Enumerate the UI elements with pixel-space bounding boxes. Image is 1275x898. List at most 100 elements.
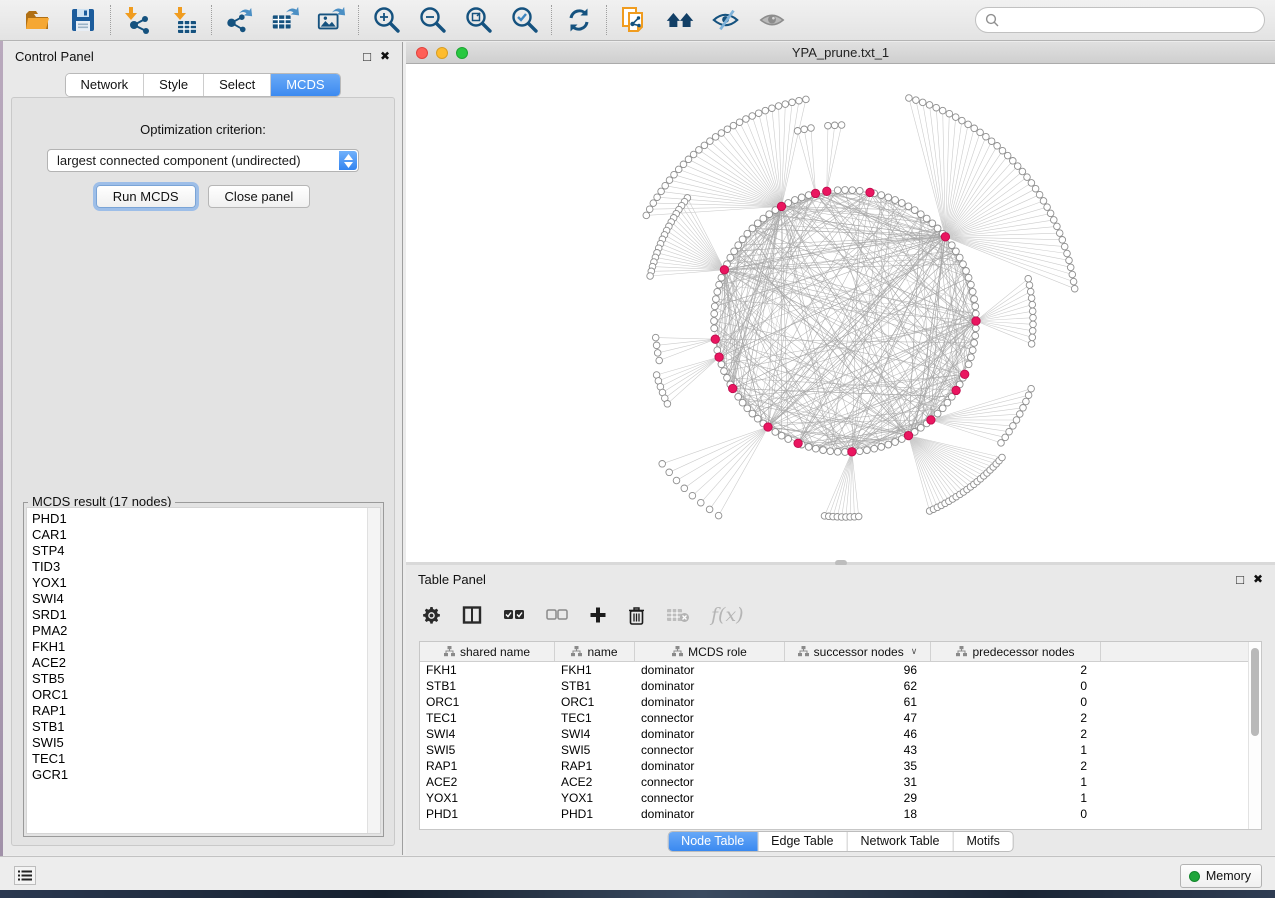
graph-node[interactable]: [808, 125, 815, 132]
graph-node[interactable]: [1004, 152, 1011, 159]
graph-node[interactable]: [946, 110, 953, 117]
graph-node[interactable]: [654, 194, 661, 201]
export-image-button[interactable]: [316, 5, 346, 35]
graph-node[interactable]: [911, 207, 918, 214]
graph-node[interactable]: [953, 248, 960, 255]
graph-node[interactable]: [735, 242, 742, 249]
graph-node[interactable]: [1070, 278, 1077, 285]
graph-node[interactable]: [933, 104, 940, 111]
graph-node[interactable]: [805, 444, 812, 451]
graph-node[interactable]: [724, 126, 731, 133]
tab-node-table[interactable]: Node Table: [668, 832, 758, 851]
graph-node[interactable]: [1066, 257, 1073, 264]
graph-node[interactable]: [762, 107, 769, 114]
graph-node[interactable]: [1040, 198, 1047, 205]
graph-node[interactable]: [671, 171, 678, 178]
graph-node[interactable]: [913, 97, 920, 104]
graph-node[interactable]: [801, 126, 808, 133]
graph-node[interactable]: [834, 448, 841, 455]
graph-node[interactable]: [827, 448, 834, 455]
mcds-result-item[interactable]: GCR1: [32, 767, 380, 783]
graph-node[interactable]: [662, 182, 669, 189]
table-row[interactable]: SWI4SWI4dominator462: [420, 726, 1261, 742]
graph-node[interactable]: [1036, 191, 1043, 198]
table-row[interactable]: ACE2ACE2connector311: [420, 774, 1261, 790]
table-settings-button[interactable]: [422, 606, 441, 625]
graph-node[interactable]: [834, 187, 841, 194]
graph-node[interactable]: [727, 254, 734, 261]
graph-mcds-node[interactable]: [715, 353, 723, 361]
delete-column-button[interactable]: [628, 606, 645, 625]
graph-mcds-node[interactable]: [823, 187, 831, 195]
graph-node[interactable]: [716, 281, 723, 288]
graph-node[interactable]: [1069, 271, 1076, 278]
graph-node[interactable]: [965, 361, 972, 368]
graph-node[interactable]: [653, 342, 660, 349]
graph-node[interactable]: [917, 211, 924, 218]
graph-node[interactable]: [794, 128, 801, 135]
graph-node[interactable]: [785, 436, 792, 443]
graph-node[interactable]: [673, 477, 680, 484]
graph-node[interactable]: [772, 429, 779, 436]
mcds-result-item[interactable]: CAR1: [32, 527, 380, 543]
graph-node[interactable]: [969, 288, 976, 295]
graph-mcds-node[interactable]: [794, 439, 802, 447]
graph-node[interactable]: [792, 197, 799, 204]
graph-node[interactable]: [718, 274, 725, 281]
graph-node[interactable]: [1051, 217, 1058, 224]
column-header-predecessor-nodes[interactable]: predecessor nodes: [931, 642, 1101, 661]
graph-node[interactable]: [969, 347, 976, 354]
mcds-result-item[interactable]: RAP1: [32, 703, 380, 719]
graph-node[interactable]: [789, 99, 796, 106]
graph-node[interactable]: [656, 357, 663, 364]
graph-node[interactable]: [971, 296, 978, 303]
graph-node[interactable]: [711, 325, 718, 332]
graph-node[interactable]: [712, 134, 719, 141]
graph-node[interactable]: [760, 215, 767, 222]
graph-node[interactable]: [754, 220, 761, 227]
graph-node[interactable]: [977, 129, 984, 136]
deselect-all-rows-button[interactable]: [546, 608, 568, 622]
graph-node[interactable]: [820, 447, 827, 454]
graph-node[interactable]: [923, 215, 930, 222]
graph-node[interactable]: [1019, 168, 1026, 175]
graph-node[interactable]: [730, 122, 737, 129]
graph-node[interactable]: [681, 485, 688, 492]
graph-mcds-node[interactable]: [848, 448, 856, 456]
task-history-button[interactable]: [14, 866, 36, 885]
search-input[interactable]: [1004, 13, 1255, 28]
graph-node[interactable]: [766, 211, 773, 218]
graph-node[interactable]: [755, 110, 762, 117]
mcds-result-item[interactable]: PMA2: [32, 623, 380, 639]
graph-node[interactable]: [652, 334, 659, 341]
graph-node[interactable]: [919, 99, 926, 106]
graph-node[interactable]: [658, 188, 665, 195]
graph-node[interactable]: [905, 203, 912, 210]
graph-node[interactable]: [744, 230, 751, 237]
graph-node[interactable]: [988, 138, 995, 145]
graph-node[interactable]: [664, 401, 671, 408]
graph-node[interactable]: [968, 354, 975, 361]
graph-node[interactable]: [849, 187, 856, 194]
graph-node[interactable]: [749, 410, 756, 417]
graph-node[interactable]: [1017, 411, 1024, 418]
graph-node[interactable]: [1047, 210, 1054, 217]
tab-motifs[interactable]: Motifs: [953, 832, 1012, 851]
column-header-MCDS-role[interactable]: MCDS role: [635, 642, 785, 661]
graph-node[interactable]: [965, 274, 972, 281]
graph-node[interactable]: [749, 113, 756, 120]
tab-mcds[interactable]: MCDS: [271, 74, 339, 96]
mcds-result-item[interactable]: TID3: [32, 559, 380, 575]
graph-node[interactable]: [659, 461, 666, 468]
graph-node[interactable]: [1014, 163, 1021, 170]
graph-node[interactable]: [960, 261, 967, 268]
graph-node[interactable]: [971, 125, 978, 132]
graph-node[interactable]: [744, 405, 751, 412]
save-session-button[interactable]: [68, 5, 98, 35]
tab-network[interactable]: Network: [65, 74, 144, 96]
zoom-in-button[interactable]: [371, 5, 401, 35]
mcds-result-item[interactable]: SWI4: [32, 591, 380, 607]
graph-node[interactable]: [675, 166, 682, 173]
graph-node[interactable]: [1026, 282, 1033, 289]
graph-node[interactable]: [983, 133, 990, 140]
